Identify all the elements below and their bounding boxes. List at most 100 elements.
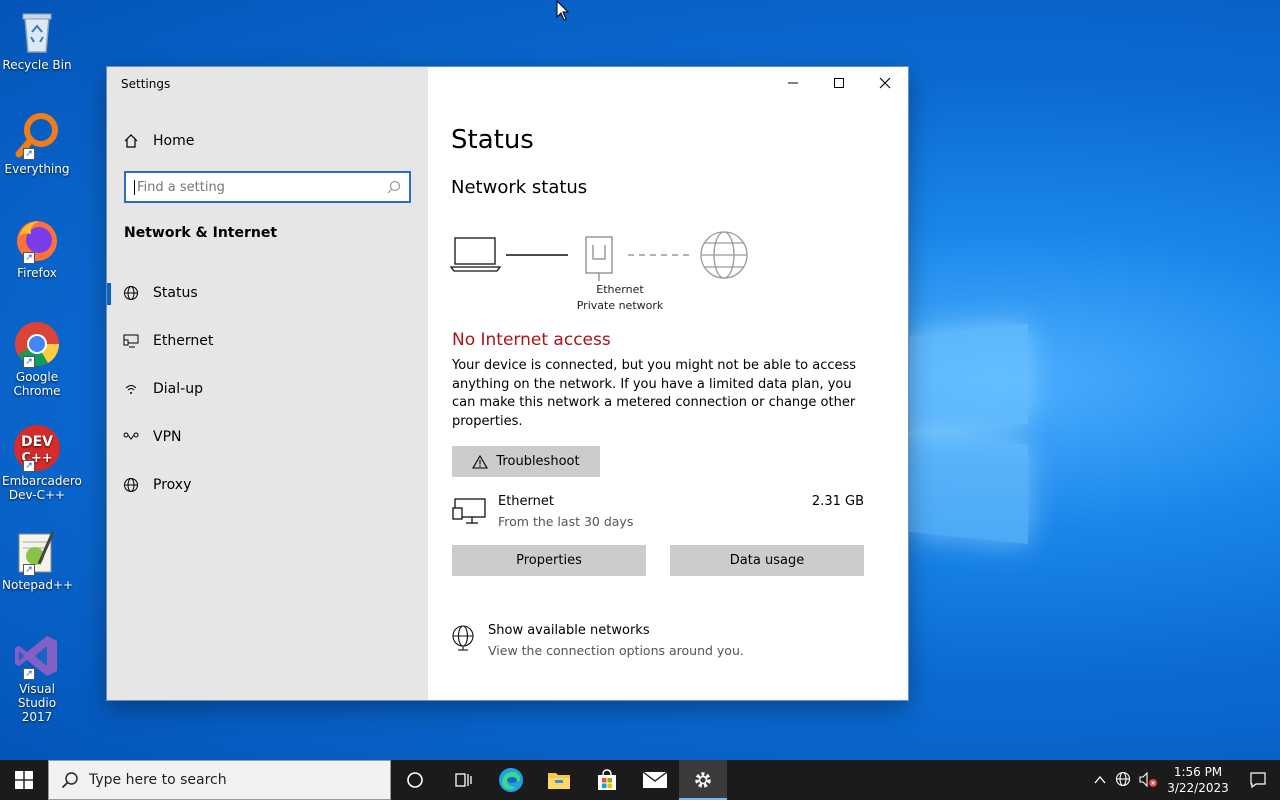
ethernet-usage-amount: 2.31 GB bbox=[811, 494, 864, 509]
desktop-icon-label: Google Chrome bbox=[13, 370, 61, 398]
warning-icon bbox=[472, 454, 489, 469]
mouse-cursor-icon bbox=[556, 0, 570, 21]
globe-icon bbox=[124, 478, 138, 492]
vpn-icon bbox=[123, 432, 139, 440]
desktop-icon-label: Firefox bbox=[17, 266, 57, 280]
taskbar-search-placeholder: Type here to search bbox=[89, 772, 227, 788]
sidebar-item-label: Ethernet bbox=[153, 333, 214, 349]
sidebar-item-status[interactable]: Status bbox=[107, 269, 428, 317]
globe-network-icon bbox=[452, 625, 474, 651]
settings-sidebar: Settings Home Network & Internet bbox=[107, 67, 428, 700]
svg-text:DEV: DEV bbox=[21, 434, 53, 450]
adapter-name: Ethernet bbox=[596, 283, 644, 296]
laptop-icon bbox=[450, 237, 502, 272]
desktop-icon-devcpp[interactable]: DEV C++ ↗ Embarcadero Dev-C++ bbox=[2, 424, 82, 502]
desktop-icon-visual-studio[interactable]: ↗ Visual Studio 2017 bbox=[2, 632, 72, 724]
window-title: Settings bbox=[121, 77, 171, 91]
settings-icon bbox=[695, 772, 711, 788]
windows-wallpaper-logo bbox=[880, 300, 1080, 560]
store-icon bbox=[598, 769, 616, 790]
store-taskbar-button[interactable] bbox=[583, 760, 631, 800]
volume-muted-icon bbox=[1139, 771, 1157, 788]
settings-taskbar-button[interactable] bbox=[679, 760, 727, 800]
network-globe-icon bbox=[1115, 771, 1131, 787]
task-view-button[interactable] bbox=[439, 760, 487, 800]
connection-alert-title: No Internet access bbox=[452, 330, 611, 350]
notepadpp-icon: ↗ bbox=[13, 528, 61, 576]
desktop-icon-label: Notepad++ bbox=[2, 578, 74, 592]
chrome-icon: ↗ bbox=[13, 320, 61, 368]
taskbar: Type here to search 1:56 PM 3/22/2023 bbox=[0, 760, 1280, 800]
nav-home-label: Home bbox=[153, 133, 195, 149]
sidebar-item-vpn[interactable]: VPN bbox=[107, 413, 428, 461]
desktop-icon-everything[interactable]: ↗ Everything bbox=[2, 112, 72, 176]
available-networks-title: Show available networks bbox=[488, 623, 650, 638]
edge-icon bbox=[499, 768, 523, 792]
show-hidden-icons-button[interactable] bbox=[1088, 760, 1112, 800]
sidebar-section-title: Network & Internet bbox=[124, 225, 278, 241]
notification-icon bbox=[1250, 772, 1266, 789]
network-type: Private network bbox=[576, 299, 664, 312]
file-explorer-icon bbox=[548, 773, 570, 789]
troubleshoot-button[interactable]: Troubleshoot bbox=[452, 446, 600, 477]
settings-search-input[interactable] bbox=[134, 179, 374, 195]
desktop-icon-chrome[interactable]: ↗ Google Chrome bbox=[2, 320, 72, 398]
ethernet-icon bbox=[452, 498, 486, 524]
settings-search[interactable] bbox=[124, 171, 411, 203]
network-diagram: Ethernet Private network bbox=[450, 227, 770, 327]
edge-taskbar-button[interactable] bbox=[487, 760, 535, 800]
desktop-icon-label: Recycle Bin bbox=[2, 58, 72, 72]
action-center-button[interactable] bbox=[1236, 760, 1280, 800]
sidebar-item-ethernet[interactable]: Ethernet bbox=[107, 317, 428, 365]
page-title: Status bbox=[451, 125, 534, 155]
clock-time: 1:56 PM bbox=[1173, 765, 1223, 779]
desktop-icon-label: Everything bbox=[4, 162, 70, 176]
settings-main: Status Network status Ethernet Private n… bbox=[428, 67, 908, 700]
settings-window: Settings Home Network & Internet bbox=[107, 67, 908, 700]
start-button[interactable] bbox=[0, 760, 48, 800]
mail-icon bbox=[642, 771, 668, 788]
ethernet-usage-row: Ethernet From the last 30 days 2.31 GB bbox=[452, 494, 864, 534]
ethernet-adapter-icon bbox=[585, 236, 613, 281]
desktop-icon-firefox[interactable]: ↗ Firefox bbox=[2, 216, 72, 280]
network-diagram-graphic bbox=[450, 231, 748, 281]
cortana-icon bbox=[407, 772, 423, 788]
mail-taskbar-button[interactable] bbox=[631, 760, 679, 800]
chevron-up-icon bbox=[1094, 776, 1106, 784]
taskbar-search-box[interactable]: Type here to search bbox=[48, 760, 391, 800]
available-networks-subtitle: View the connection options around you. bbox=[488, 643, 744, 658]
file-explorer-taskbar-button[interactable] bbox=[535, 760, 583, 800]
search-icon bbox=[61, 772, 78, 789]
properties-button[interactable]: Properties bbox=[452, 545, 646, 576]
show-available-networks[interactable]: Show available networks View the connect… bbox=[452, 623, 872, 663]
desktop-icon-label: Visual Studio 2017 bbox=[17, 682, 57, 724]
system-tray: 1:56 PM 3/22/2023 bbox=[1088, 760, 1280, 800]
task-view-icon bbox=[455, 773, 472, 787]
desktop-icon-notepadpp[interactable]: ↗ Notepad++ bbox=[2, 528, 74, 592]
sidebar-nav: Status Ethernet Dial-up VPN Proxy bbox=[107, 269, 428, 509]
everything-search-icon: ↗ bbox=[13, 112, 61, 160]
network-tray-button[interactable] bbox=[1112, 760, 1136, 800]
sidebar-item-proxy[interactable]: Proxy bbox=[107, 461, 428, 509]
dialup-icon bbox=[125, 385, 137, 394]
sidebar-item-label: VPN bbox=[153, 429, 182, 445]
ethernet-name: Ethernet bbox=[498, 494, 554, 509]
sidebar-item-label: Proxy bbox=[153, 477, 192, 493]
sidebar-item-label: Status bbox=[153, 285, 198, 301]
firefox-icon: ↗ bbox=[13, 216, 61, 264]
network-diagram-label: Ethernet Private network bbox=[550, 282, 690, 314]
ethernet-icon bbox=[123, 334, 139, 348]
cortana-button[interactable] bbox=[391, 760, 439, 800]
visual-studio-icon: ↗ bbox=[13, 632, 61, 680]
volume-tray-button[interactable] bbox=[1136, 760, 1160, 800]
connection-description: Your device is connected, but you might … bbox=[452, 358, 857, 429]
network-status-heading: Network status bbox=[451, 177, 588, 198]
data-usage-button[interactable]: Data usage bbox=[670, 545, 864, 576]
desktop-icon-recycle-bin[interactable]: Recycle Bin bbox=[2, 8, 72, 72]
nav-home[interactable]: Home bbox=[123, 129, 194, 153]
sidebar-item-dialup[interactable]: Dial-up bbox=[107, 365, 428, 413]
taskbar-clock[interactable]: 1:56 PM 3/22/2023 bbox=[1160, 764, 1236, 796]
globe-status-icon bbox=[124, 286, 138, 300]
ethernet-usage-period: From the last 30 days bbox=[498, 514, 634, 529]
recycle-bin-icon bbox=[13, 8, 61, 56]
